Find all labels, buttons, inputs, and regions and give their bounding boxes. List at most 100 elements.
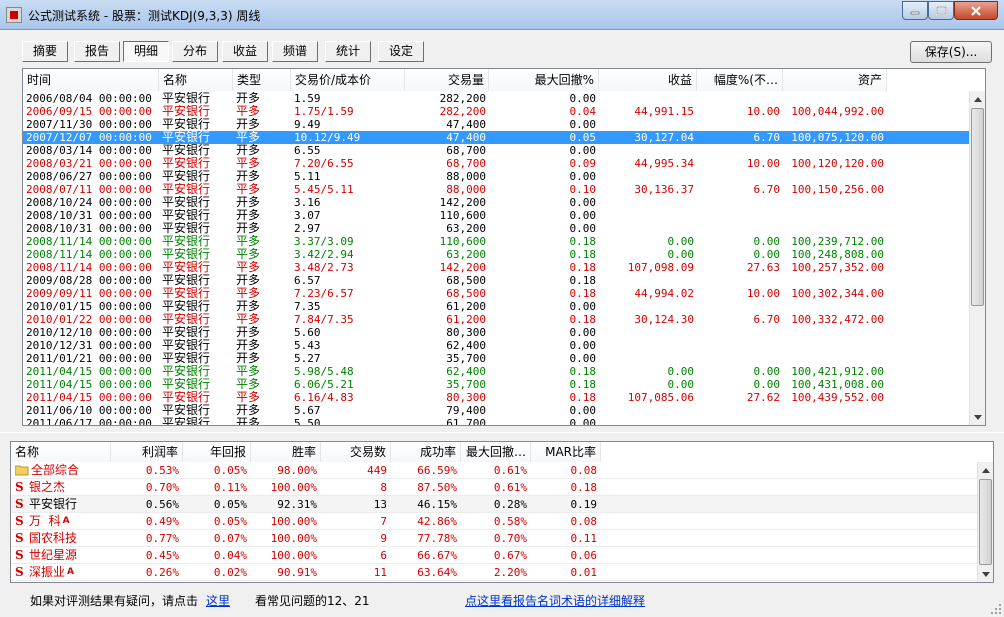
trade-cell	[697, 417, 783, 425]
summary-scroll-up-button[interactable]	[978, 462, 993, 478]
trade-row[interactable]: 2009/09/11 00:00:00 平安银行 平多 7.23/6.57 68,500…	[23, 287, 971, 300]
trade-row[interactable]: 2007/11/30 00:00:00 平安银行 开多 9.49 47,400 0.00	[23, 118, 971, 131]
detail-vertical-scrollbar[interactable]	[969, 91, 985, 425]
trade-row[interactable]: 2010/12/10 00:00:00 平安银行 开多 5.60 80,300 0.00	[23, 326, 971, 339]
trade-row[interactable]: 2008/11/14 00:00:00 平安银行 平多 3.37/3.09 110,60…	[23, 235, 971, 248]
trade-row[interactable]: 2010/01/15 00:00:00 平安银行 开多 7.35 61,200 0.00	[23, 300, 971, 313]
close-button[interactable]	[954, 1, 998, 20]
trade-cell: 7.84/7.35	[294, 313, 354, 326]
trade-row[interactable]: 2008/11/14 00:00:00 平安银行 平多 3.42/2.94 63,200…	[23, 248, 971, 261]
detail-column-header[interactable]: 时间	[23, 69, 159, 91]
tab-4[interactable]: 收益	[222, 41, 268, 62]
resize-grip-icon[interactable]	[990, 603, 1002, 615]
detail-column-header[interactable]: 幅度%(不…	[697, 69, 783, 91]
trade-row[interactable]: 2009/08/28 00:00:00 平安银行 开多 6.57 68,500 0.18	[23, 274, 971, 287]
trade-row[interactable]: 2008/11/14 00:00:00 平安银行 平多 3.48/2.73 142,20…	[23, 261, 971, 274]
detail-column-header[interactable]: 收益	[599, 69, 697, 91]
minimize-button[interactable]	[902, 1, 928, 20]
trade-cell: 平安银行	[162, 417, 211, 426]
trade-row[interactable]: 2006/08/04 00:00:00 平安银行 开多 1.59 282,200 0.00	[23, 92, 971, 105]
title-bar[interactable]: 公式测试系统 - 股票：测试KDJ(9,3,3) 周线	[0, 0, 1004, 30]
summary-cell: 87.50%	[417, 481, 457, 494]
summary-scroll-down-button[interactable]	[978, 566, 993, 582]
panel-splitter[interactable]	[0, 432, 1004, 438]
summary-scroll-thumb[interactable]	[979, 479, 992, 565]
stock-summary-row[interactable]: S 平安银行 0.56% 0.05% 92.31% 13 46.15% 0.28% 0.19	[11, 496, 979, 513]
trade-row[interactable]: 2008/03/14 00:00:00 平安银行 开多 6.55 68,700 0.00	[23, 144, 971, 157]
scroll-down-button[interactable]	[970, 409, 985, 425]
trade-row[interactable]: 2008/10/31 00:00:00 平安银行 开多 2.97 63,200 0.00	[23, 222, 971, 235]
stock-summary-row[interactable]: S 深振业 A 0.26% 0.02% 90.91% 11 63.64% 2.20% 0.01	[11, 564, 979, 581]
tab-3[interactable]: 分布	[172, 41, 218, 62]
trade-cell	[697, 209, 783, 222]
tab-5[interactable]: 频谱	[272, 41, 318, 62]
trade-cell: 100,075,120.00	[791, 131, 884, 144]
detail-column-header[interactable]: 交易量	[405, 69, 489, 91]
trade-row[interactable]: 2008/10/31 00:00:00 平安银行 开多 3.07 110,600 0.00	[23, 209, 971, 222]
trade-cell	[599, 222, 697, 235]
trade-row[interactable]: 2011/04/15 00:00:00 平安银行 平多 5.98/5.48 62,400…	[23, 365, 971, 378]
trade-row[interactable]: 2010/01/22 00:00:00 平安银行 平多 7.84/7.35 61,200…	[23, 313, 971, 326]
status-bar: 如果对评测结果有疑问，请点击 这里 看常见问题的12、21 点这里看报告名词术语…	[0, 587, 1004, 617]
trade-row[interactable]: 2010/12/31 00:00:00 平安银行 开多 5.43 62,400 0.00	[23, 339, 971, 352]
summary-column-header[interactable]: 成功率	[391, 442, 461, 462]
chevron-down-icon	[982, 571, 990, 577]
faq-text: 看常见问题的12、21	[255, 594, 370, 608]
trade-cell: 平安银行	[162, 196, 211, 209]
trade-row[interactable]: 2011/04/15 00:00:00 平安银行 平多 6.06/5.21 35,700…	[23, 378, 971, 391]
summary-column-header[interactable]: 利润率	[111, 442, 183, 462]
summary-column-header[interactable]: 名称	[11, 442, 111, 462]
trade-row[interactable]: 2008/10/24 00:00:00 平安银行 开多 3.16 142,200 0.00	[23, 196, 971, 209]
save-button[interactable]: 保存(S)...	[910, 41, 992, 63]
scroll-up-button[interactable]	[970, 91, 985, 107]
trade-row[interactable]: 2007/12/07 00:00:00 平安银行 平多 10.12/9.49 47,40…	[23, 131, 971, 144]
here-link[interactable]: 这里	[206, 592, 230, 609]
trade-row[interactable]: 2008/07/11 00:00:00 平安银行 平多 5.45/5.11 88,000…	[23, 183, 971, 196]
detail-column-header[interactable]: 资产	[783, 69, 887, 91]
trade-cell: 开多	[236, 196, 261, 209]
tab-6[interactable]: 统计	[325, 41, 371, 62]
trade-cell: 47,400	[446, 131, 486, 144]
trade-cell: 平多	[236, 235, 261, 248]
trade-row[interactable]: 2011/06/17 00:00:00 平安银行 开多 5.50 61,700 0.00	[23, 417, 971, 426]
trade-cell: 282,200	[439, 105, 486, 118]
glossary-link[interactable]: 点这里看报告名词术语的详细解释	[465, 592, 645, 609]
stock-name-cell: S 世纪星源	[11, 547, 111, 563]
detail-scroll-thumb[interactable]	[971, 108, 984, 306]
stock-summary-row[interactable]: S 国农科技 0.77% 0.07% 100.00% 9 77.78% 0.70% 0.11	[11, 530, 979, 547]
summary-column-header[interactable]: 交易数	[321, 442, 391, 462]
tab-0[interactable]: 摘要	[22, 41, 68, 62]
summary-vertical-scrollbar[interactable]	[977, 462, 993, 582]
summary-column-header[interactable]: MAR比率	[531, 442, 601, 462]
trade-row[interactable]: 2008/06/27 00:00:00 平安银行 开多 5.11 88,000 0.00	[23, 170, 971, 183]
trade-cell: 5.11	[294, 170, 321, 183]
detail-column-header[interactable]: 交易价/成本价	[291, 69, 405, 91]
trade-cell	[783, 274, 887, 287]
stock-summary-row[interactable]: S 世纪星源 0.45% 0.04% 100.00% 6 66.67% 0.67% 0.06	[11, 547, 979, 564]
tab-1[interactable]: 报告	[74, 41, 120, 62]
trade-row[interactable]: 2008/03/21 00:00:00 平安银行 平多 7.20/6.55 68,700…	[23, 157, 971, 170]
trade-cell: 0.00	[753, 248, 781, 261]
trade-cell: 2008/06/27 00:00:00	[26, 170, 152, 183]
trade-cell: 平安银行	[162, 391, 211, 404]
trade-cell: 平安银行	[162, 365, 211, 378]
maximize-button[interactable]	[928, 1, 954, 20]
trade-row[interactable]: 2011/04/15 00:00:00 平安银行 平多 6.16/4.83 80,300…	[23, 391, 971, 404]
detail-column-header[interactable]: 类型	[233, 69, 291, 91]
trade-row[interactable]: 2011/01/21 00:00:00 平安银行 开多 5.27 35,700 0.00	[23, 352, 971, 365]
summary-column-header[interactable]: 最大回撤…	[461, 442, 531, 462]
summary-column-header[interactable]: 胜率	[251, 442, 321, 462]
stock-summary-row[interactable]: S 银之杰 0.70% 0.11% 100.00% 8 87.50% 0.61% 0.18	[11, 479, 979, 496]
tab-2[interactable]: 明细	[123, 41, 169, 62]
trade-cell: 0.00	[569, 209, 597, 222]
detail-column-header[interactable]: 最大回撤%	[489, 69, 599, 91]
stock-summary-row[interactable]: S 万 科 A 0.49% 0.05% 100.00% 7 42.86% 0.58% 0.08	[11, 513, 979, 530]
stock-summary-row[interactable]: 全部综合 0.53% 0.05% 98.00% 449 66.59% 0.61% 0.08	[11, 462, 979, 479]
summary-column-header[interactable]: 年回报	[183, 442, 251, 462]
tab-7[interactable]: 设定	[378, 41, 424, 62]
trade-row[interactable]: 2006/09/15 00:00:00 平安银行 平多 1.75/1.59 282,20…	[23, 105, 971, 118]
trade-cell	[783, 352, 887, 365]
trade-cell	[697, 144, 783, 157]
detail-column-header[interactable]: 名称	[159, 69, 233, 91]
trade-row[interactable]: 2011/06/10 00:00:00 平安银行 开多 5.67 79,400 0.00	[23, 404, 971, 417]
